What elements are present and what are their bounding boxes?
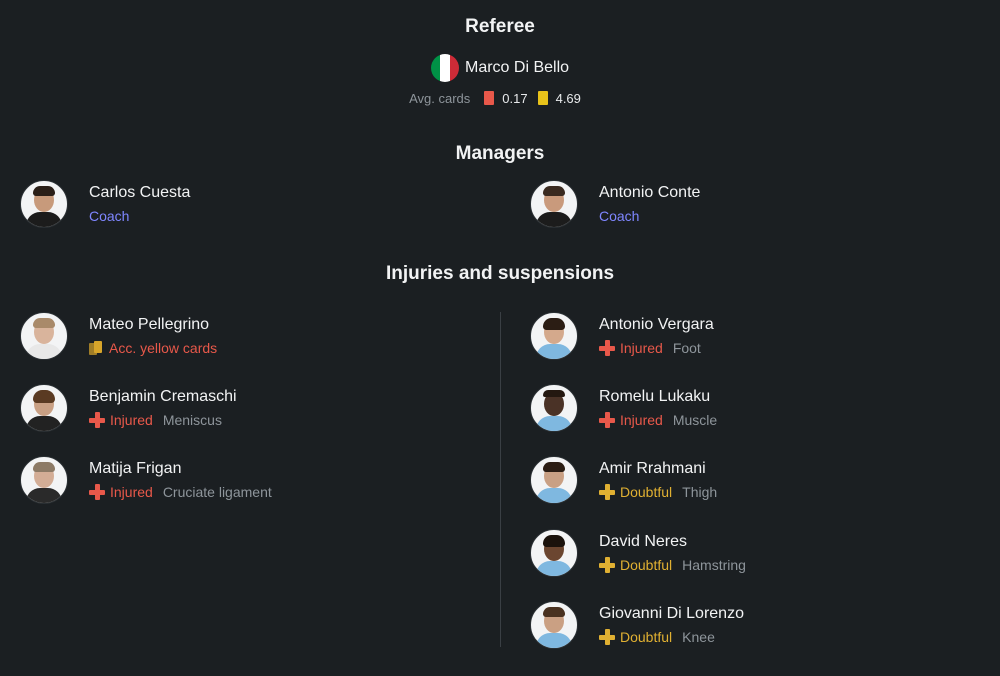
injury-detail: Hamstring — [682, 557, 746, 573]
player-name: David Neres — [599, 533, 688, 550]
yellow-cards-icon — [89, 340, 103, 356]
avatar — [530, 601, 578, 649]
player-status: Acc. yellow cards — [109, 340, 218, 356]
injury-detail: Foot — [672, 340, 701, 356]
yellow-card-icon — [537, 91, 548, 105]
injury-item-home[interactable]: Mateo Pellegrino Acc. yellow cards — [20, 312, 217, 360]
injury-item-away[interactable]: Antonio Vergara Injured Foot — [530, 312, 714, 360]
player-status: Injured — [620, 340, 663, 356]
injured-icon — [599, 412, 615, 428]
referee-name[interactable]: Marco Di Bello — [465, 59, 569, 77]
injury-detail: Muscle — [672, 412, 718, 428]
injured-icon — [599, 340, 615, 356]
player-name: Benjamin Cremaschi — [89, 388, 237, 405]
avatar — [20, 312, 68, 360]
manager-role: Coach — [599, 208, 640, 224]
player-status: Injured — [110, 412, 153, 428]
referee-row[interactable]: Marco Di Bello — [0, 53, 1000, 83]
manager-name: Antonio Conte — [599, 184, 701, 201]
manager-name: Carlos Cuesta — [89, 184, 191, 201]
player-status: Doubtful — [620, 484, 673, 500]
avg-cards-label: Avg. cards — [409, 90, 471, 106]
player-name: Mateo Pellegrino — [89, 316, 210, 333]
player-status: Injured — [110, 484, 153, 500]
injury-item-home[interactable]: Matija Frigan Injured Cruciate ligament — [20, 456, 272, 504]
injury-detail: Thigh — [682, 484, 718, 500]
player-name: Giovanni Di Lorenzo — [599, 605, 744, 622]
yellow-card-avg: 4.69 — [555, 90, 581, 106]
avatar — [20, 180, 68, 228]
avatar — [530, 384, 578, 432]
injured-icon — [89, 412, 105, 428]
italy-flag-icon — [430, 54, 459, 82]
manager-home[interactable]: Carlos Cuesta Coach — [20, 180, 190, 228]
player-name: Antonio Vergara — [599, 316, 714, 333]
managers-title: Managers — [455, 143, 545, 164]
avatar — [530, 180, 578, 228]
injured-icon — [89, 484, 105, 500]
avatar — [20, 384, 68, 432]
column-divider — [500, 312, 501, 647]
manager-away[interactable]: Antonio Conte Coach — [530, 180, 700, 228]
injury-detail: Meniscus — [162, 412, 222, 428]
injury-item-away[interactable]: Giovanni Di Lorenzo Doubtful Knee — [530, 601, 744, 649]
player-status: Doubtful — [620, 557, 673, 573]
avatar — [530, 312, 578, 360]
player-status: Doubtful — [620, 629, 673, 645]
avatar — [530, 456, 578, 504]
player-name: Matija Frigan — [89, 460, 182, 477]
injury-detail: Cruciate ligament — [162, 484, 272, 500]
injury-item-away[interactable]: Romelu Lukaku Injured Muscle — [530, 384, 717, 432]
player-name: Amir Rrahmani — [599, 460, 706, 477]
injuries-title: Injuries and suspensions — [385, 263, 615, 284]
injury-item-home[interactable]: Benjamin Cremaschi Injured Meniscus — [20, 384, 237, 432]
referee-title: Referee — [465, 16, 535, 37]
player-name: Romelu Lukaku — [599, 388, 711, 405]
referee-avg-cards: Avg. cards 0.17 4.69 — [0, 89, 1000, 107]
avatar — [20, 456, 68, 504]
manager-role: Coach — [89, 208, 130, 224]
red-card-icon — [484, 91, 495, 105]
doubtful-icon — [599, 557, 615, 573]
player-status: Injured — [620, 412, 663, 428]
injury-item-away[interactable]: David Neres Doubtful Hamstring — [530, 529, 746, 577]
injury-detail: Knee — [682, 629, 715, 645]
red-card-avg: 0.17 — [502, 90, 528, 106]
doubtful-icon — [599, 484, 615, 500]
injury-item-away[interactable]: Amir Rrahmani Doubtful Thigh — [530, 456, 717, 504]
avatar — [530, 529, 578, 577]
doubtful-icon — [599, 629, 615, 645]
